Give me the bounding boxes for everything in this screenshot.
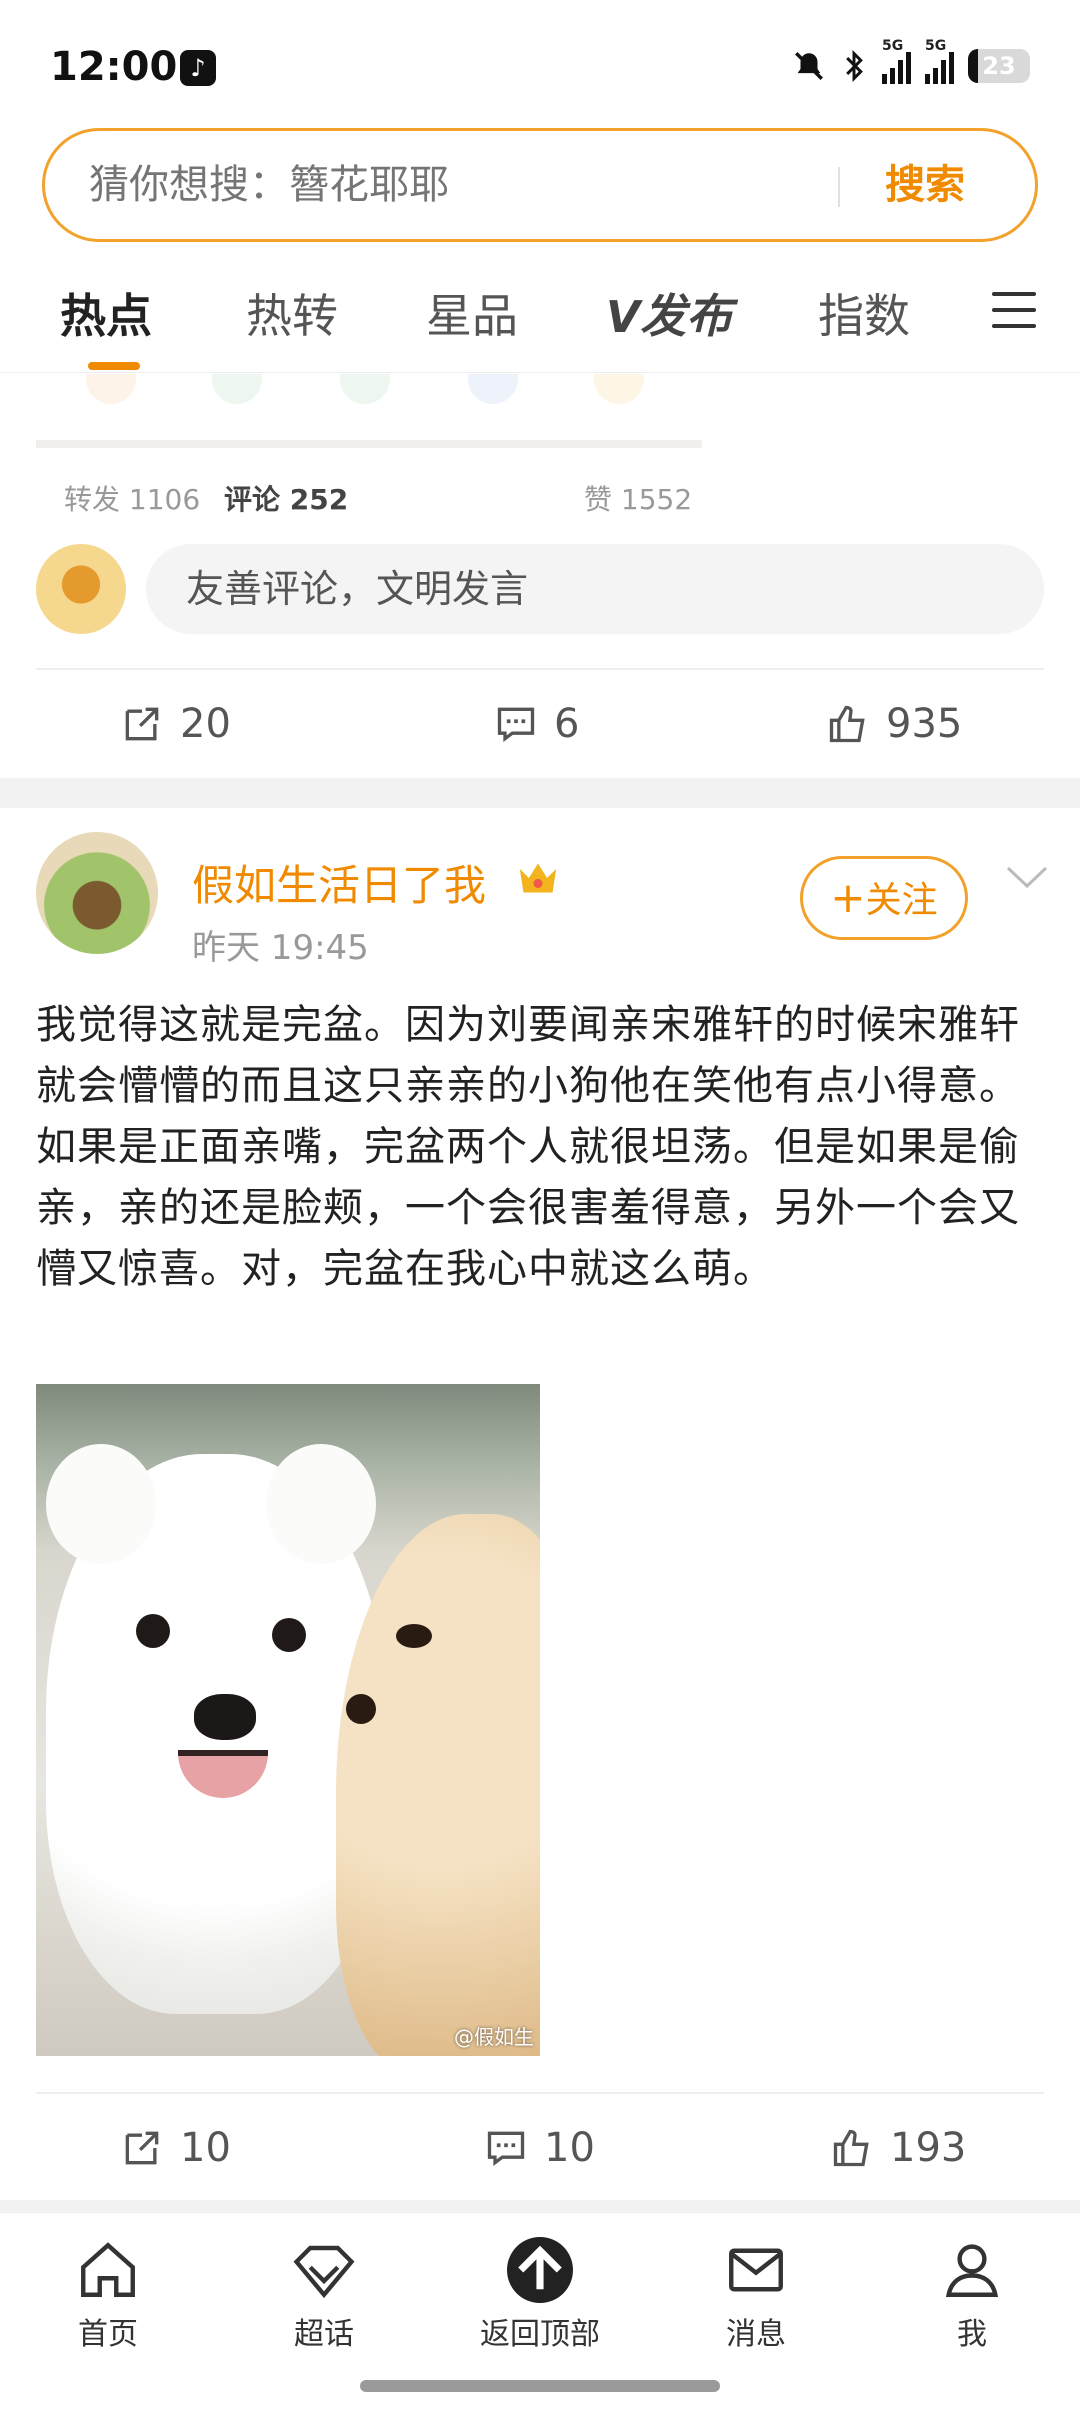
comment-count: 10: [544, 2125, 595, 2171]
comment-icon: [487, 2131, 525, 2166]
repost-button[interactable]: 10: [120, 2096, 231, 2200]
tab-star-products[interactable]: 星品: [426, 280, 518, 346]
signal-icon-1: 5G: [882, 38, 911, 84]
tab-index[interactable]: 指数: [818, 280, 910, 346]
divider: [36, 2092, 1044, 2094]
search-button[interactable]: 搜索: [885, 131, 965, 239]
nav-back-to-top-label: 返回顶部: [480, 2317, 600, 2352]
v-logo-icon: V: [606, 292, 641, 343]
repost-button[interactable]: 20: [120, 672, 231, 776]
tabs-border: [0, 372, 1080, 373]
comment-icon: [497, 707, 535, 742]
active-tab-indicator: [88, 362, 140, 370]
crown-badge-icon: [519, 863, 557, 893]
like-button[interactable]: 935: [826, 672, 962, 776]
embedded-share-icon: [340, 374, 390, 404]
embedded-star-icon: [468, 374, 518, 404]
nav-me[interactable]: 我: [892, 2237, 1052, 2353]
repost-count: 10: [180, 2125, 231, 2171]
nav-back-to-top[interactable]: 返回顶部: [460, 2237, 620, 2353]
status-bar: 12:00 ♪ 5G 5G 23: [0, 0, 1080, 120]
nav-super-topic-label: 超话: [294, 2317, 354, 2352]
post-actions: 10 10 193: [0, 2096, 1080, 2200]
bluetooth-icon: [846, 49, 863, 83]
plus-icon: +: [830, 873, 866, 922]
nav-home-label: 首页: [78, 2317, 138, 2352]
person-icon: [945, 2244, 999, 2297]
white-puppy: [46, 1444, 386, 2014]
tab-publish-label: 发布: [640, 289, 733, 343]
tab-hot[interactable]: 热点: [60, 280, 152, 346]
diamond-icon: [293, 2245, 355, 2299]
repost-icon: [125, 2131, 159, 2165]
status-icons: 5G 5G 23: [792, 38, 1030, 84]
divider: [36, 668, 1044, 670]
embedded-export-icon: [594, 374, 644, 404]
tab-publish[interactable]: V发布: [606, 280, 732, 346]
bell-muted-icon: [795, 52, 823, 80]
thumbs-up-icon: [829, 705, 865, 743]
like-button[interactable]: 193: [830, 2096, 966, 2200]
menu-icon[interactable]: [992, 292, 1036, 328]
home-icon: [81, 2242, 135, 2297]
post-image[interactable]: @假如生: [36, 1384, 540, 2056]
mail-icon: [729, 2248, 783, 2292]
post-author-avatar[interactable]: [36, 832, 158, 954]
embedded-image-bottom: [36, 440, 702, 448]
post-body-text: 我觉得这就是完盆。因为刘要闻亲宋雅轩的时候宋雅轩就会懵懵的而且这只亲亲的小狗他在…: [36, 1002, 1020, 1292]
embedded-edit-icon: [86, 374, 136, 404]
thumbs-up-icon: [833, 2129, 869, 2167]
chevron-down-icon[interactable]: [1004, 862, 1050, 892]
repost-icon: [125, 707, 159, 741]
post-author-name[interactable]: 假如生活日了我: [192, 852, 486, 913]
battery-level: 23: [982, 52, 1016, 80]
signal-icon-2: 5G: [925, 38, 954, 84]
embedded-reposts: 转发 1106: [64, 483, 201, 516]
tab-hot-repost[interactable]: 热转: [246, 280, 338, 346]
embedded-chat-icon: [212, 374, 262, 404]
nav-me-label: 我: [957, 2317, 987, 2352]
follow-label: 关注: [865, 880, 938, 921]
comment-count: 6: [554, 701, 580, 747]
image-watermark: @假如生: [454, 2025, 534, 2049]
arrow-up-icon: [518, 2245, 562, 2290]
repost-count: 20: [180, 701, 231, 747]
nav-home[interactable]: 首页: [28, 2237, 188, 2353]
search-divider: [838, 167, 840, 207]
post-timestamp: 昨天 19:45: [192, 928, 369, 968]
back-to-top-button: [507, 2237, 573, 2303]
like-count: 193: [890, 2125, 967, 2171]
nav-super-topic[interactable]: 超话: [244, 2237, 404, 2353]
comment-input[interactable]: 友善评论，文明发言: [146, 544, 1044, 634]
embedded-post-card[interactable]: [36, 374, 702, 454]
signal-label-2: 5G: [925, 38, 947, 54]
feed-item-1-actions: 20 6 935: [0, 672, 1080, 776]
search-input[interactable]: [89, 131, 849, 239]
embedded-likes: 赞 1552: [584, 483, 693, 516]
status-time: 12:00: [50, 44, 178, 90]
follow-button[interactable]: +关注: [800, 856, 968, 940]
home-indicator[interactable]: [360, 2380, 720, 2392]
comment-button[interactable]: 6: [494, 672, 579, 776]
top-tabs: 热点 热转 星品 V发布 指数: [0, 262, 1080, 372]
nav-messages[interactable]: 消息: [676, 2237, 836, 2353]
comment-button[interactable]: 10: [484, 2096, 595, 2200]
embedded-comments: 评论 252: [224, 483, 349, 516]
tiktok-notification-icon: ♪: [180, 50, 216, 86]
signal-label-1: 5G: [882, 38, 904, 54]
search-bar[interactable]: 搜索: [42, 128, 1038, 242]
like-count: 935: [886, 701, 963, 747]
battery-icon: 23: [968, 49, 1030, 83]
nav-messages-label: 消息: [726, 2317, 786, 2352]
feed-separator: [0, 778, 1080, 808]
avatar[interactable]: [36, 544, 126, 634]
